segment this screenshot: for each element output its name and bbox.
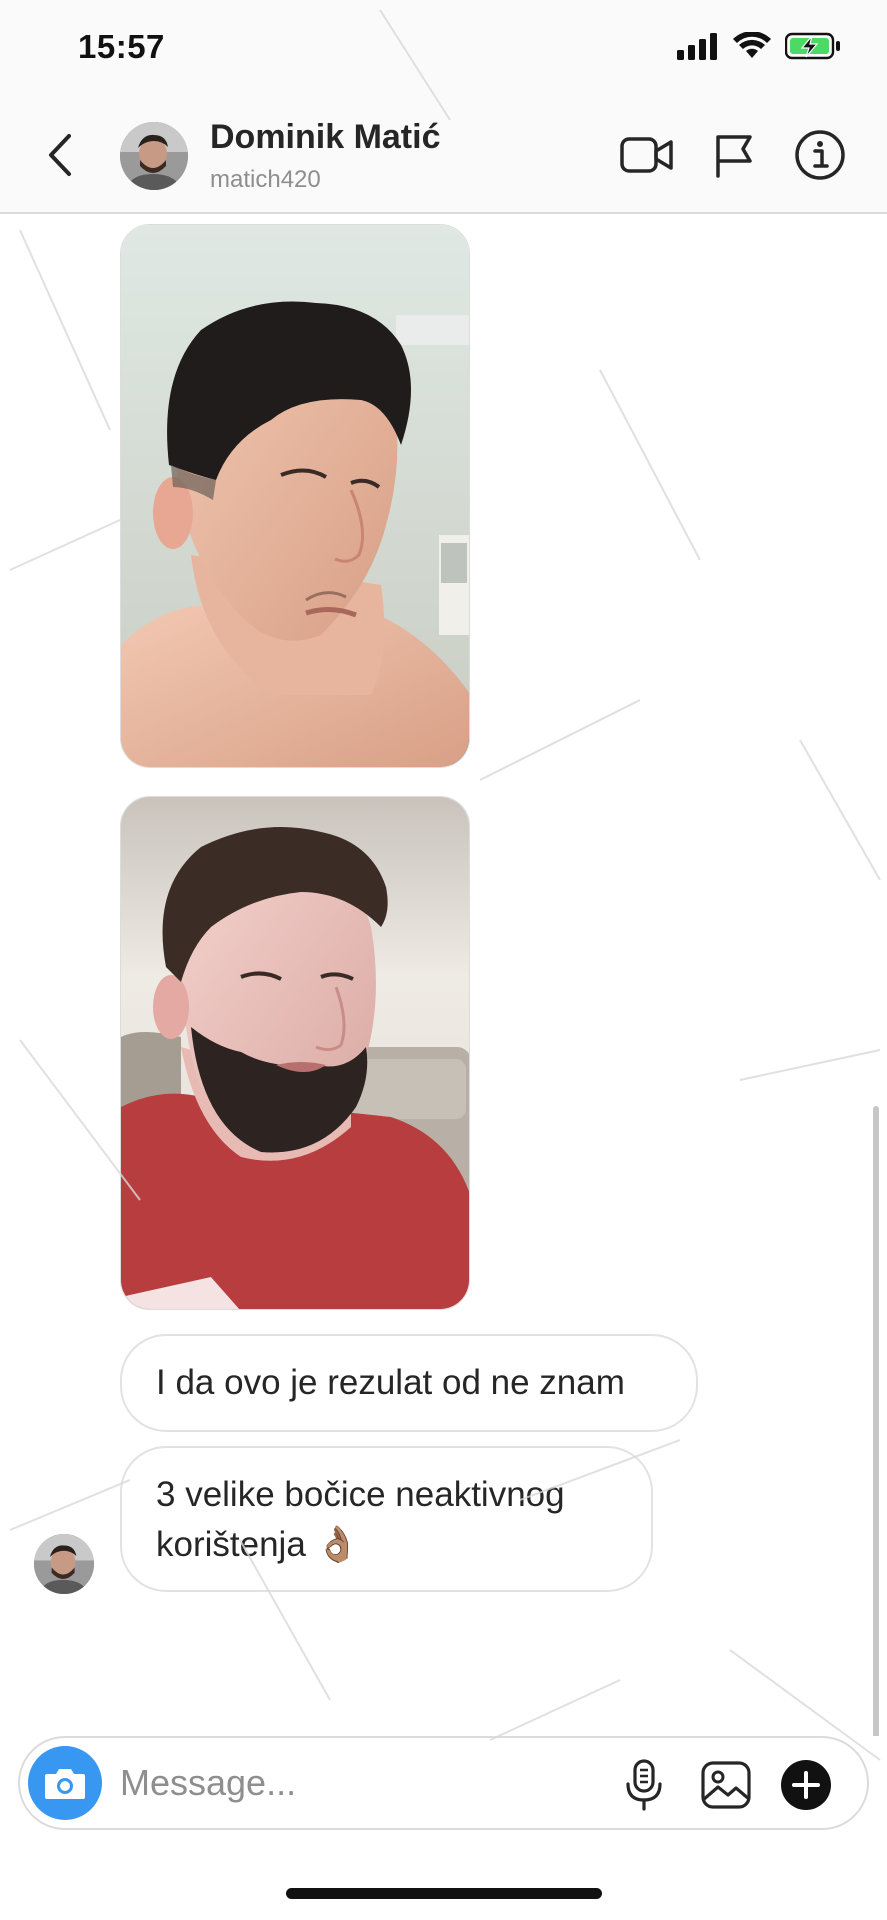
avatar[interactable] (120, 122, 188, 190)
wifi-icon (733, 31, 771, 65)
camera-button[interactable] (28, 1746, 102, 1820)
back-button[interactable] (38, 130, 82, 180)
message-bubble[interactable]: I da ovo je rezulat od ne znam (120, 1334, 698, 1432)
video-call-icon (620, 137, 673, 173)
info-button[interactable] (791, 126, 849, 184)
contact-name[interactable]: Dominik Matić (210, 118, 440, 157)
photo-message[interactable] (120, 796, 470, 1310)
microphone-icon (626, 1759, 662, 1811)
contact-username: matich420 (210, 166, 321, 193)
chat-header: Dominik Matić matich420 (0, 100, 887, 214)
plus-icon (781, 1760, 831, 1810)
status-time: 15:57 (78, 28, 165, 65)
video-call-button[interactable] (618, 126, 676, 184)
gallery-button[interactable] (696, 1755, 756, 1815)
info-icon (795, 130, 845, 180)
report-button[interactable] (705, 126, 763, 184)
sender-avatar[interactable] (34, 1534, 94, 1594)
message-thread[interactable]: I da ovo je rezulat od ne znam 3 velike … (0, 216, 887, 1736)
camera-icon (45, 1769, 85, 1799)
signal-icon (677, 32, 719, 65)
message-bubble[interactable]: 3 velike bočice neaktivnog korištenja 👌🏽 (120, 1446, 653, 1592)
status-icons (677, 31, 841, 65)
gallery-icon (701, 1761, 751, 1809)
home-indicator[interactable] (286, 1888, 602, 1899)
message-text: I da ovo je rezulat od ne znam (156, 1363, 625, 1402)
scrollbar[interactable] (873, 1106, 879, 1736)
more-options-button[interactable] (776, 1755, 836, 1815)
message-text-line: 3 velike bočice neaktivnog (156, 1475, 565, 1514)
photo-message[interactable] (120, 224, 470, 768)
message-composer (18, 1736, 869, 1830)
flag-icon (716, 135, 752, 178)
message-text-line: korištenja 👌🏽 (156, 1525, 360, 1564)
chevron-left-icon (49, 134, 71, 176)
battery-charging-icon (784, 32, 841, 65)
status-bar: 15:57 (0, 0, 887, 100)
message-input[interactable] (120, 1756, 600, 1810)
voice-message-button[interactable] (614, 1755, 674, 1815)
